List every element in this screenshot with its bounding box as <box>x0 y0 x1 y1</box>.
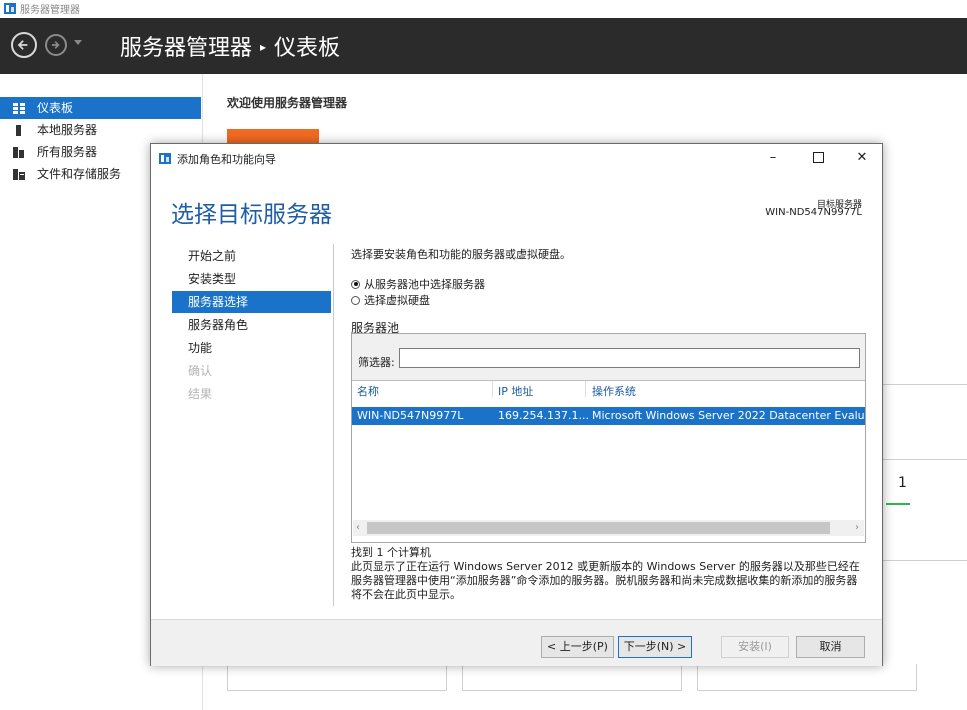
sidebar-item-label: 本地服务器 <box>37 123 98 137</box>
maximize-button[interactable] <box>796 144 840 171</box>
step-features[interactable]: 功能 <box>172 337 331 359</box>
forward-button[interactable] <box>45 34 67 56</box>
step-label: 确认 <box>188 364 213 378</box>
dashboard-icon <box>13 103 25 114</box>
filter-label: 筛选器: <box>358 356 395 369</box>
close-button[interactable]: ✕ <box>840 144 884 171</box>
step-server-roles[interactable]: 服务器角色 <box>172 314 331 336</box>
step-installation-type[interactable]: 安装类型 <box>172 268 331 290</box>
server-pool-list: 筛选器: 名称 IP 地址 操作系统 WIN-ND547N9977L 169.2… <box>351 333 866 543</box>
status-tile[interactable] <box>878 459 967 561</box>
step-label: 功能 <box>188 341 213 355</box>
radio-unselected-icon[interactable] <box>351 295 360 305</box>
option-label: 从服务器池中选择服务器 <box>364 278 485 291</box>
step-results: 结果 <box>172 383 331 405</box>
cell-os: Microsoft Windows Server 2022 Datacenter… <box>592 409 865 422</box>
history-dropdown-icon[interactable] <box>74 40 82 45</box>
column-divider[interactable] <box>492 381 493 397</box>
step-label: 开始之前 <box>188 249 237 263</box>
sidebar-item-local-server[interactable]: 本地服务器 <box>0 119 201 141</box>
column-divider[interactable] <box>585 381 586 397</box>
tile-bottom-1 <box>227 664 447 691</box>
breadcrumb-root[interactable]: 服务器管理器 <box>120 36 252 61</box>
option-server-pool[interactable]: 从服务器池中选择服务器 <box>351 276 485 292</box>
server-manager-icon <box>4 3 16 14</box>
sidebar-item-label: 文件和存储服务 <box>37 167 122 181</box>
column-header-os[interactable]: 操作系统 <box>592 383 636 399</box>
status-ok-bar <box>886 503 910 505</box>
table-row[interactable]: WIN-ND547N9977L 169.254.137.1... Microso… <box>352 407 865 425</box>
scroll-left-icon[interactable]: ‹ <box>356 522 360 533</box>
minimize-button[interactable]: – <box>751 144 795 171</box>
radio-selected-icon[interactable] <box>351 279 360 289</box>
previous-button[interactable]: < 上一步(P) <box>541 636 614 658</box>
step-label: 服务器角色 <box>188 318 249 332</box>
description-text: 此页显示了正在运行 Windows Server 2012 或更新版本的 Win… <box>351 560 860 601</box>
arrow-left-icon <box>17 40 28 50</box>
scroll-right-icon[interactable]: › <box>855 522 859 533</box>
cell-ip: 169.254.137.1... <box>498 409 589 422</box>
breadcrumb-page: 仪表板 <box>274 36 341 61</box>
arrow-right-icon <box>51 41 60 49</box>
tile-bottom-3 <box>697 664 917 691</box>
app-title: 服务器管理器 <box>20 5 80 16</box>
found-count: 找到 1 个计算机 <box>351 546 431 559</box>
horizontal-scrollbar[interactable]: ‹ › <box>353 520 864 536</box>
cell-name: WIN-ND547N9977L <box>357 409 464 422</box>
server-icon <box>16 125 21 136</box>
wizard-title: 添加角色和功能向导 <box>177 153 276 166</box>
steps-divider <box>333 244 334 606</box>
wizard-titlebar[interactable]: 添加角色和功能向导 – ✕ <box>151 144 882 171</box>
step-label: 安装类型 <box>188 272 237 286</box>
sidebar-item-label: 所有服务器 <box>37 145 98 159</box>
storage-icon <box>13 169 25 180</box>
app-titlebar: 服务器管理器 <box>0 0 967 18</box>
option-label: 选择虚拟硬盘 <box>364 294 430 307</box>
breadcrumb-separator-icon: ▸ <box>260 40 267 54</box>
tile-bottom-2 <box>462 664 682 691</box>
maximize-icon <box>812 152 824 163</box>
install-button: 安装(I) <box>721 636 789 658</box>
column-header-ip[interactable]: IP 地址 <box>498 383 533 399</box>
step-label: 服务器选择 <box>188 295 249 309</box>
sidebar-item-label: 仪表板 <box>37 101 74 115</box>
back-button[interactable] <box>11 32 37 58</box>
servers-icon <box>13 147 24 158</box>
cancel-button[interactable]: 取消 <box>796 636 865 658</box>
column-header-name[interactable]: 名称 <box>357 383 379 399</box>
intro-text: 选择要安装角色和功能的服务器或虚拟硬盘。 <box>351 248 571 261</box>
sidebar-item-dashboard[interactable]: 仪表板 <box>0 97 201 119</box>
wizard-heading: 选择目标服务器 <box>171 202 332 228</box>
breadcrumb: 服务器管理器 ▸ 仪表板 <box>120 30 340 62</box>
app-header: 服务器管理器 ▸ 仪表板 <box>0 18 967 74</box>
step-server-selection[interactable]: 服务器选择 <box>172 291 331 313</box>
filter-input[interactable] <box>399 348 860 368</box>
step-confirmation: 确认 <box>172 360 331 382</box>
step-label: 结果 <box>188 387 213 401</box>
wizard-footer: < 上一步(P) 下一步(N) > 安装(I) 取消 <box>151 619 882 666</box>
wizard-icon <box>159 153 171 164</box>
destination-server-value: WIN-ND547N9977L <box>765 207 862 218</box>
scrollbar-thumb[interactable] <box>367 522 830 534</box>
step-before-you-begin[interactable]: 开始之前 <box>172 245 331 267</box>
next-button[interactable]: 下一步(N) > <box>618 636 692 658</box>
tile-count: 1 <box>898 475 907 491</box>
welcome-title: 欢迎使用服务器管理器 <box>227 96 348 110</box>
add-roles-wizard: 添加角色和功能向导 – ✕ 选择目标服务器 目标服务器 WIN-ND547N99… <box>150 143 883 666</box>
filter-area: 筛选器: <box>352 334 865 381</box>
option-virtual-disk[interactable]: 选择虚拟硬盘 <box>351 292 430 308</box>
